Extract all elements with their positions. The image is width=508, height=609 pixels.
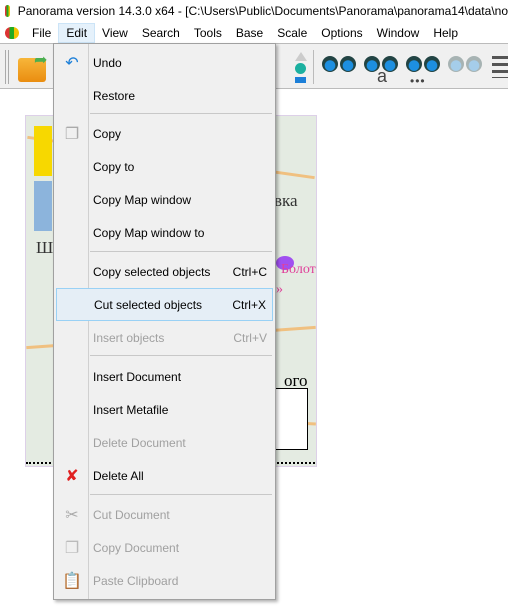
toolbar-grip[interactable] — [5, 50, 9, 84]
menu-item-label: Restore — [93, 88, 136, 103]
window-title: Panorama version 14.3.0 x64 - [C:\Users\… — [17, 4, 508, 18]
document-icon[interactable] — [5, 26, 19, 39]
menu-item-copy-map-window-to[interactable]: Copy Map window to — [56, 216, 273, 249]
menu-item-label: Insert Metafile — [93, 402, 169, 417]
menu-item-label: Copy Map window — [93, 192, 192, 207]
coat-of-arms-image — [34, 126, 52, 176]
copy-icon: ❐ — [64, 125, 80, 143]
list-icon[interactable] — [492, 56, 508, 78]
menu-edit[interactable]: Edit — [58, 22, 96, 43]
map-label: » — [276, 282, 283, 297]
menu-options[interactable]: Options — [314, 23, 369, 43]
menu-item-label: Cut selected objects — [94, 297, 203, 312]
menu-item-undo[interactable]: ↶ Undo — [56, 46, 273, 79]
menu-item-delete-all[interactable]: ✘ Delete All — [56, 459, 273, 492]
letter-a-icon: a — [377, 66, 388, 86]
title-bar: Panorama version 14.3.0 x64 - [C:\Users\… — [0, 0, 508, 22]
menu-item-cut-selected-objects[interactable]: Cut selected objects Ctrl+X — [56, 288, 273, 321]
menu-item-copy-selected-objects[interactable]: Copy selected objects Ctrl+C — [56, 255, 273, 288]
menu-item-label: Copy — [93, 126, 122, 141]
menu-help[interactable]: Help — [426, 23, 465, 43]
menu-item-insert-document[interactable]: Insert Document — [56, 360, 273, 393]
menu-item-restore[interactable]: Restore — [56, 79, 273, 112]
search-disabled-icon[interactable] — [446, 50, 484, 72]
menu-view[interactable]: View — [95, 23, 135, 43]
menu-item-copy-document[interactable]: ❐ Copy Document — [56, 531, 273, 564]
menu-item-label: Copy Document — [93, 540, 180, 555]
menu-separator — [90, 355, 272, 356]
inset-map — [274, 388, 308, 450]
menu-item-label: Copy to — [93, 159, 135, 174]
menu-separator — [90, 113, 272, 114]
search-more-icon[interactable] — [404, 50, 442, 72]
copy-document-icon: ❐ — [64, 539, 80, 557]
map-label: Ш — [36, 238, 54, 257]
menu-base[interactable]: Base — [229, 23, 270, 43]
menu-item-paste-clipboard[interactable]: 📋 Paste Clipboard — [56, 564, 273, 597]
dots-icon: ••• — [410, 74, 426, 88]
shortcut-label: Ctrl+C — [232, 264, 267, 279]
menu-item-label: Cut Document — [93, 507, 170, 522]
search-binoculars-icon[interactable] — [320, 50, 358, 72]
open-arrow-icon: ➦ — [34, 52, 48, 69]
menu-item-cut-document[interactable]: ✂ Cut Document — [56, 498, 273, 531]
shortcut-label: Ctrl+V — [233, 330, 267, 345]
menu-separator — [90, 494, 272, 495]
app-icon — [5, 5, 10, 17]
shortcut-label: Ctrl+X — [232, 297, 266, 312]
toolbar-separator — [313, 50, 314, 84]
menu-tools[interactable]: Tools — [187, 23, 229, 43]
menu-item-insert-metafile[interactable]: Insert Metafile — [56, 393, 273, 426]
menu-item-label: Paste Clipboard — [93, 573, 179, 588]
menu-item-label: Delete All — [93, 468, 144, 483]
menu-scale[interactable]: Scale — [270, 23, 314, 43]
menu-item-label: Delete Document — [93, 435, 186, 450]
menu-separator — [90, 251, 272, 252]
menu-item-delete-document[interactable]: Delete Document — [56, 426, 273, 459]
menu-item-label: Undo — [93, 55, 122, 70]
menu-item-label: Copy Map window to — [93, 225, 205, 240]
menu-search[interactable]: Search — [135, 23, 187, 43]
delete-x-icon: ✘ — [65, 467, 79, 485]
menu-item-copy-to[interactable]: Copy to — [56, 150, 273, 183]
map-label: Болото — [281, 262, 316, 277]
menu-window[interactable]: Window — [370, 23, 427, 43]
clipboard-icon: 📋 — [62, 572, 82, 590]
menu-item-label: Copy selected objects — [93, 264, 211, 279]
edit-menu-dropdown: ↶ Undo Restore ❐ Copy Copy to Copy Map window C… — [53, 43, 276, 600]
menu-file[interactable]: File — [25, 23, 58, 43]
menu-item-insert-objects[interactable]: Insert objects Ctrl+V — [56, 321, 273, 354]
menu-item-copy-map-window[interactable]: Copy Map window — [56, 183, 273, 216]
map-label: вка — [274, 191, 298, 210]
menu-item-label: Insert Document — [93, 369, 182, 384]
menu-item-label: Insert objects — [93, 330, 165, 345]
layers-tree-icon[interactable] — [283, 50, 309, 84]
menu-bar: File Edit View Search Tools Base Scale O… — [0, 22, 508, 43]
scissors-icon: ✂ — [65, 506, 79, 524]
undo-icon: ↶ — [65, 54, 79, 72]
church-photo — [34, 181, 52, 231]
menu-item-copy[interactable]: ❐ Copy — [56, 117, 273, 150]
